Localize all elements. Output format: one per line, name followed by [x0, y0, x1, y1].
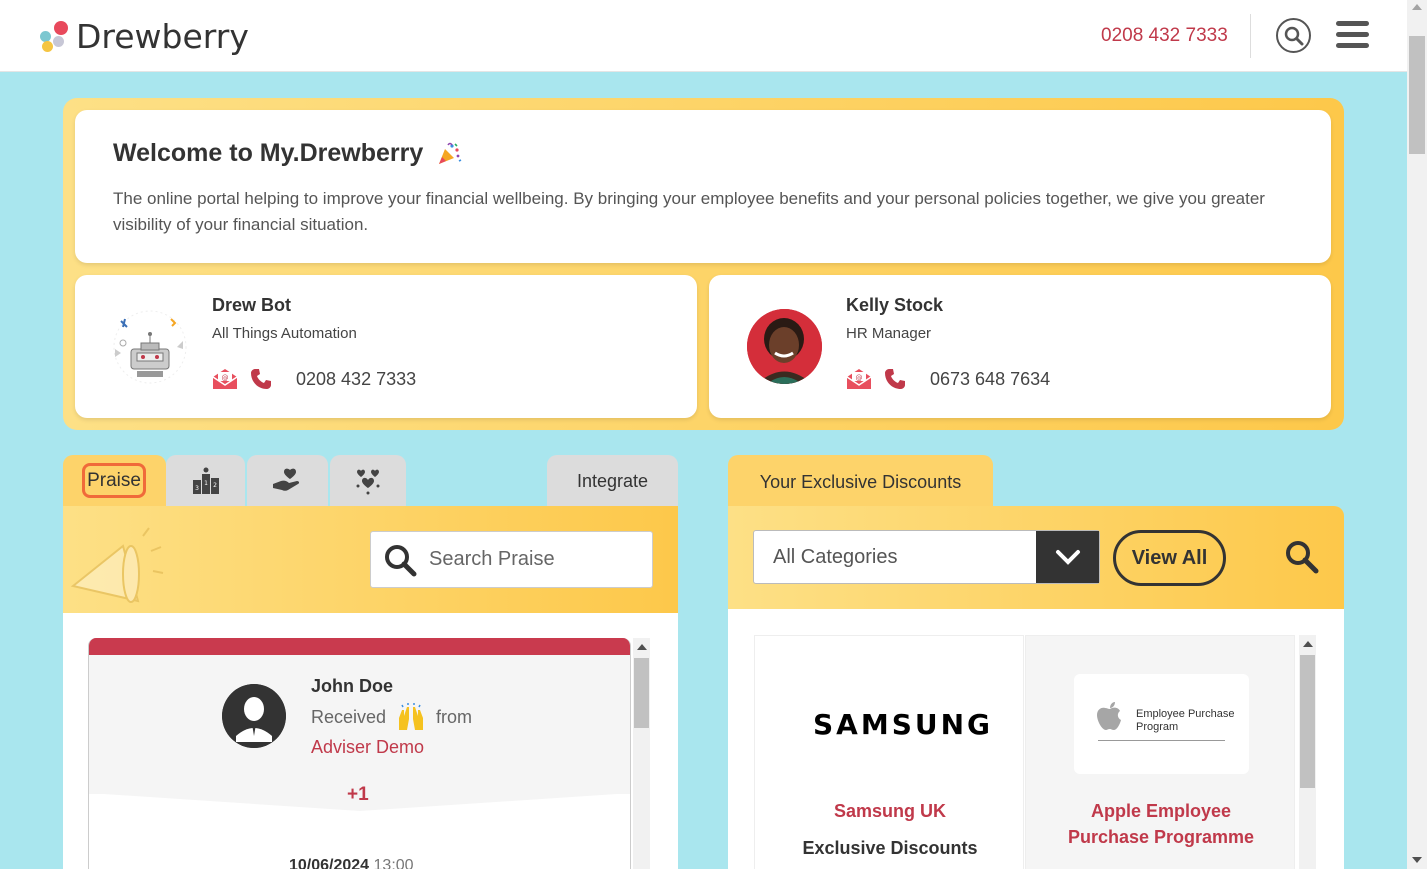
- search-icon: [385, 544, 417, 576]
- praise-sender-link[interactable]: Adviser Demo: [311, 737, 424, 758]
- tab-leaderboard[interactable]: 312: [166, 455, 245, 507]
- apple-icon: [1097, 702, 1121, 730]
- party-popper-icon: [439, 143, 462, 165]
- praise-time-value: 13:00: [373, 857, 414, 869]
- scroll-up-arrow-icon[interactable]: [637, 644, 647, 650]
- discounts-list: SAMSUNG Samsung UK Exclusive Discounts E…: [728, 609, 1344, 869]
- praise-from-label: from: [436, 706, 473, 727]
- header-search-button[interactable]: [1276, 18, 1311, 53]
- phone-icon[interactable]: [250, 368, 272, 390]
- contact-name: Drew Bot: [212, 295, 292, 315]
- category-dropdown-button[interactable]: [1036, 531, 1099, 583]
- discount-card-samsung[interactable]: SAMSUNG Samsung UK Exclusive Discounts: [754, 635, 1024, 869]
- praise-card-topbar: [89, 638, 630, 655]
- praise-received-label: Received: [311, 706, 387, 727]
- discounts-scrollbar[interactable]: [1299, 635, 1316, 869]
- apple-epp-logo: Employee Purchase Program: [1074, 674, 1249, 774]
- welcome-description: The online portal helping to improve you…: [113, 189, 1265, 234]
- page-scrollbar[interactable]: [1407, 0, 1427, 869]
- svg-text:1: 1: [204, 480, 208, 487]
- chevron-down-icon: [1056, 550, 1080, 565]
- logo-dots-icon: [38, 19, 72, 53]
- contact-phone[interactable]: 0673 648 7634: [930, 369, 1050, 390]
- scrollbar-thumb[interactable]: [634, 658, 649, 728]
- tab-giving[interactable]: [247, 455, 328, 507]
- praise-card: John Doe Received from Adviser Demo +1 1…: [88, 638, 631, 869]
- hamburger-menu-icon[interactable]: [1336, 21, 1369, 54]
- scrollbar-thumb[interactable]: [1409, 36, 1425, 154]
- praise-plus-one-button[interactable]: +1: [347, 784, 369, 806]
- kelly-stock-avatar: [747, 309, 822, 384]
- discount-title[interactable]: Apple Employee Purchase Programme: [1026, 798, 1296, 850]
- header-divider: [1250, 14, 1251, 58]
- tab-praise[interactable]: Praise: [63, 455, 166, 507]
- scroll-up-arrow-icon[interactable]: [1303, 641, 1313, 647]
- contact-role: All Things Automation: [212, 325, 357, 342]
- scrollbar-thumb[interactable]: [1300, 655, 1315, 788]
- contact-role: HR Manager: [846, 325, 932, 342]
- discount-title-line2: Purchase Programme: [1067, 827, 1255, 847]
- welcome-title: Welcome to My.Drewberry: [113, 139, 462, 168]
- podium-icon: 31 2: [192, 467, 219, 494]
- tab-praise-label: Praise: [82, 463, 146, 498]
- logo-text: Drewberry: [76, 16, 249, 56]
- contact-card-kelly-stock: Kelly Stock HR Manager @ 0673 648 7634: [709, 275, 1331, 418]
- samsung-logo: SAMSUNG: [813, 708, 994, 741]
- praise-scrollbar[interactable]: [633, 638, 650, 869]
- contact-name: Kelly Stock: [846, 295, 944, 315]
- phone-icon[interactable]: [884, 368, 906, 390]
- svg-text:3: 3: [195, 485, 199, 492]
- drewberry-logo[interactable]: Drewberry: [38, 16, 249, 56]
- view-all-button[interactable]: View All: [1113, 530, 1226, 586]
- tab-integrate[interactable]: Integrate: [547, 455, 678, 507]
- tab-hearts[interactable]: [330, 455, 406, 507]
- category-select-value: All Categories: [773, 546, 898, 568]
- praise-date: 10/06/2024 13:00: [289, 857, 414, 869]
- discount-title-line1: Apple Employee: [1090, 801, 1232, 821]
- discount-title[interactable]: Samsung UK: [755, 798, 1025, 824]
- drew-bot-avatar: [113, 310, 187, 384]
- hearts-icon: [356, 469, 380, 495]
- praise-search-field[interactable]: [370, 531, 653, 588]
- category-select[interactable]: All Categories: [753, 530, 1100, 584]
- praise-recipient-name: John Doe: [311, 676, 394, 696]
- scroll-up-arrow-icon[interactable]: [1412, 4, 1422, 10]
- contact-phone[interactable]: 0208 432 7333: [296, 369, 416, 390]
- contact-card-drew-bot: Drew Bot All Things Automation @ 0208 43…: [75, 275, 697, 418]
- megaphone-icon: [70, 527, 164, 603]
- svg-text:@: @: [222, 374, 229, 382]
- apple-epp-logo-text: Employee Purchase Program: [1136, 708, 1235, 733]
- raised-hands-icon: [399, 703, 424, 730]
- praise-search-input[interactable]: [429, 548, 639, 571]
- scroll-down-arrow-icon[interactable]: [1412, 857, 1422, 863]
- welcome-card: Welcome to My.Drewberry The online porta…: [75, 110, 1331, 263]
- user-avatar-icon: [222, 684, 286, 748]
- email-icon[interactable]: @: [846, 368, 872, 390]
- discounts-search-icon[interactable]: [1284, 539, 1320, 575]
- praise-date-value: 10/06/2024: [289, 857, 370, 869]
- praise-feed: John Doe Received from Adviser Demo +1 1…: [63, 613, 678, 869]
- search-icon: [1284, 26, 1304, 46]
- svg-text:2: 2: [213, 482, 217, 489]
- header-phone-link[interactable]: 0208 432 7333: [1101, 25, 1228, 47]
- discounts-filter-band: All Categories View All: [728, 506, 1344, 609]
- praise-search-band: [63, 506, 678, 613]
- discount-subtitle: Exclusive Discounts: [802, 838, 978, 858]
- praise-received-line: Received from: [311, 702, 472, 732]
- discount-card-apple[interactable]: Employee Purchase Program Apple Employee…: [1025, 635, 1295, 869]
- email-icon[interactable]: @: [212, 368, 238, 390]
- svg-text:@: @: [856, 374, 863, 382]
- site-header: Drewberry 0208 432 7333: [0, 0, 1407, 72]
- heart-in-hand-icon: [272, 468, 299, 491]
- tab-exclusive-discounts[interactable]: Your Exclusive Discounts: [728, 455, 993, 509]
